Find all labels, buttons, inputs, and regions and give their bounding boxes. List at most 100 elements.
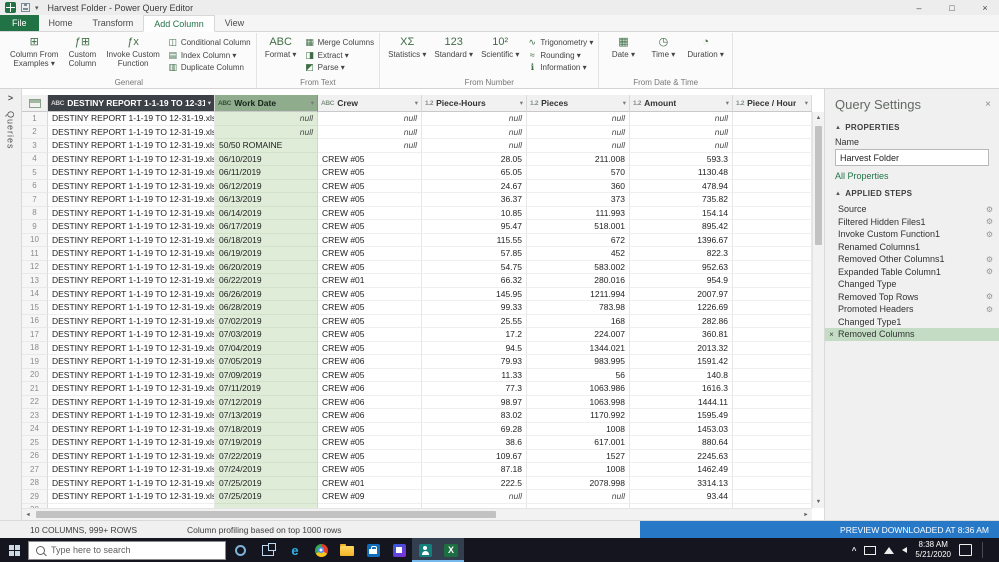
cell[interactable]: 06/28/2019 bbox=[215, 301, 318, 315]
save-icon[interactable] bbox=[21, 3, 30, 12]
cell[interactable]: 17.2 bbox=[422, 328, 527, 342]
cell[interactable]: 07/02/2019 bbox=[215, 314, 318, 328]
cell[interactable]: 99.33 bbox=[422, 301, 527, 315]
cell[interactable]: 895.42 bbox=[630, 220, 733, 234]
cell[interactable] bbox=[733, 112, 812, 126]
cell[interactable]: 822.3 bbox=[630, 247, 733, 261]
cell[interactable]: DESTINY REPORT 1-1-19 TO 12-31-19.xls bbox=[48, 422, 215, 436]
scroll-left-icon[interactable]: ◄ bbox=[22, 509, 34, 520]
cell[interactable]: 1344.021 bbox=[527, 341, 630, 355]
cell[interactable]: 222.5 bbox=[422, 476, 527, 490]
time-button[interactable]: ◷ Time ▾ bbox=[644, 34, 682, 77]
filter-icon[interactable]: ▾ bbox=[805, 99, 808, 107]
cell[interactable]: 1063.998 bbox=[527, 395, 630, 409]
cell[interactable]: 2078.998 bbox=[527, 476, 630, 490]
cell[interactable]: 672 bbox=[527, 233, 630, 247]
cell[interactable] bbox=[733, 490, 812, 504]
volume-tray-icon[interactable] bbox=[902, 547, 908, 553]
conditional-column-button[interactable]: ◫ Conditional Column bbox=[168, 37, 251, 48]
cell[interactable]: CREW #05 bbox=[318, 287, 422, 301]
cell[interactable]: 1226.69 bbox=[630, 301, 733, 315]
cell[interactable]: 06/17/2019 bbox=[215, 220, 318, 234]
applied-step-removed-top-rows[interactable]: Removed Top Rows ⚙ bbox=[825, 291, 999, 304]
standard-button[interactable]: 123 Standard ▾ bbox=[431, 34, 476, 77]
tray-expand-icon[interactable]: ^ bbox=[852, 546, 857, 555]
cell[interactable]: DESTINY REPORT 1-1-19 TO 12-31-19.xls bbox=[48, 314, 215, 328]
cell[interactable]: 1396.67 bbox=[630, 233, 733, 247]
cell[interactable]: 77.3 bbox=[422, 382, 527, 396]
cell[interactable]: 478.94 bbox=[630, 179, 733, 193]
cell[interactable]: null bbox=[527, 112, 630, 126]
cell[interactable]: null bbox=[527, 139, 630, 153]
query-name-input[interactable] bbox=[835, 149, 989, 166]
applied-step-removed-other-columns1[interactable]: Removed Other Columns1 ⚙ bbox=[825, 253, 999, 266]
cell[interactable]: 518.001 bbox=[527, 220, 630, 234]
gear-icon[interactable]: ⚙ bbox=[986, 217, 999, 226]
cell[interactable]: DESTINY REPORT 1-1-19 TO 12-31-19.xls bbox=[48, 476, 215, 490]
display-tray-icon[interactable] bbox=[864, 545, 877, 555]
column-header-destiny-report-1-1-19-to-12-31-19-xls[interactable]: ABCDESTINY REPORT 1-1-19 TO 12-31-19.xls… bbox=[48, 95, 215, 112]
cell[interactable]: 1616.3 bbox=[630, 382, 733, 396]
column-header-crew[interactable]: ABC Crew ▾ bbox=[318, 95, 422, 112]
applied-step-removed-columns[interactable]: × Removed Columns bbox=[825, 328, 999, 341]
cell[interactable]: DESTINY REPORT 1-1-19 TO 12-31-19.xls bbox=[48, 449, 215, 463]
cell[interactable]: 1462.49 bbox=[630, 463, 733, 477]
cell[interactable]: 880.64 bbox=[630, 436, 733, 450]
applied-step-expanded-table-column1[interactable]: Expanded Table Column1 ⚙ bbox=[825, 266, 999, 279]
cell[interactable]: DESTINY REPORT 1-1-19 TO 12-31-19.xls bbox=[48, 287, 215, 301]
cell[interactable]: 06/26/2019 bbox=[215, 287, 318, 301]
cell[interactable]: CREW #05 bbox=[318, 341, 422, 355]
cell[interactable]: 87.18 bbox=[422, 463, 527, 477]
applied-step-changed-type1[interactable]: Changed Type1 bbox=[825, 316, 999, 329]
cell[interactable]: DESTINY REPORT 1-1-19 TO 12-31-19.xls bbox=[48, 328, 215, 342]
taskbar-app-store[interactable] bbox=[360, 538, 386, 562]
cell[interactable]: 07/05/2019 bbox=[215, 355, 318, 369]
cell[interactable]: 28.05 bbox=[422, 152, 527, 166]
cell[interactable]: null bbox=[215, 125, 318, 139]
cell[interactable]: 94.5 bbox=[422, 341, 527, 355]
cell[interactable]: 154.14 bbox=[630, 206, 733, 220]
cell[interactable]: 2245.63 bbox=[630, 449, 733, 463]
column-header-piece-hour[interactable]: 1.2 Piece / Hour ▾ bbox=[733, 95, 812, 112]
cell[interactable]: CREW #05 bbox=[318, 368, 422, 382]
tab-home[interactable]: Home bbox=[39, 15, 83, 31]
cell[interactable]: CREW #06 bbox=[318, 395, 422, 409]
cell[interactable]: 07/12/2019 bbox=[215, 395, 318, 409]
cell[interactable]: 1211.994 bbox=[527, 287, 630, 301]
gear-icon[interactable]: ⚙ bbox=[986, 292, 999, 301]
index-column-button[interactable]: ▤ Index Column ▾ bbox=[168, 50, 251, 61]
cell[interactable] bbox=[733, 463, 812, 477]
cell[interactable]: 282.86 bbox=[630, 314, 733, 328]
cell[interactable]: 1008 bbox=[527, 422, 630, 436]
cell[interactable]: 65.05 bbox=[422, 166, 527, 180]
cell[interactable]: 111.993 bbox=[527, 206, 630, 220]
cell[interactable]: 93.44 bbox=[630, 490, 733, 504]
cell[interactable]: CREW #05 bbox=[318, 220, 422, 234]
cell[interactable] bbox=[733, 233, 812, 247]
cell[interactable]: null bbox=[630, 112, 733, 126]
vertical-scroll-track[interactable] bbox=[813, 124, 824, 496]
cell[interactable] bbox=[733, 436, 812, 450]
cell[interactable]: null bbox=[527, 490, 630, 504]
cell[interactable]: 98.97 bbox=[422, 395, 527, 409]
gear-icon[interactable]: ⚙ bbox=[986, 255, 999, 264]
cell[interactable] bbox=[733, 328, 812, 342]
cell[interactable]: DESTINY REPORT 1-1-19 TO 12-31-19.xls bbox=[48, 463, 215, 477]
cell[interactable]: DESTINY REPORT 1-1-19 TO 12-31-19.xls bbox=[48, 260, 215, 274]
cell[interactable]: 168 bbox=[527, 314, 630, 328]
cell[interactable]: CREW #01 bbox=[318, 274, 422, 288]
cell[interactable]: CREW #09 bbox=[318, 490, 422, 504]
applied-step-renamed-columns1[interactable]: Renamed Columns1 bbox=[825, 241, 999, 254]
cell[interactable]: 1591.42 bbox=[630, 355, 733, 369]
cell[interactable]: 452 bbox=[527, 247, 630, 261]
cell[interactable]: 952.63 bbox=[630, 260, 733, 274]
cell[interactable]: 145.95 bbox=[422, 287, 527, 301]
cell[interactable]: DESTINY REPORT 1-1-19 TO 12-31-19.xls bbox=[48, 436, 215, 450]
cell[interactable]: DESTINY REPORT 1-1-19 TO 12-31-19.xls bbox=[48, 125, 215, 139]
tab-add-column[interactable]: Add Column bbox=[143, 15, 215, 32]
cell[interactable]: 06/20/2019 bbox=[215, 260, 318, 274]
custom-column-button[interactable]: ƒ⊞ Custom Column bbox=[63, 34, 101, 77]
tab-view[interactable]: View bbox=[215, 15, 254, 31]
taskbar-app-excel[interactable]: X bbox=[438, 538, 464, 562]
cell[interactable] bbox=[733, 341, 812, 355]
